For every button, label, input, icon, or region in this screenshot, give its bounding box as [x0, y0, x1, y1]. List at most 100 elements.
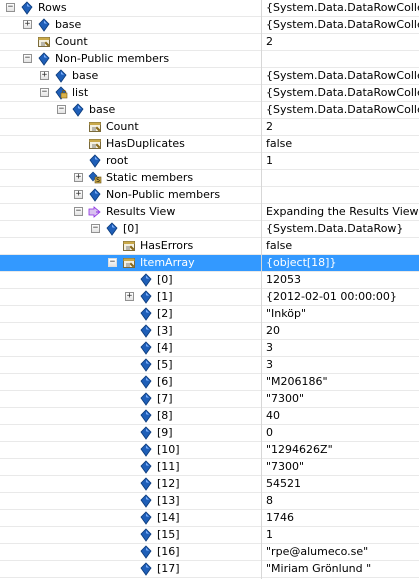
- tree-row-hasduplicates[interactable]: HasDuplicates false: [0, 136, 419, 153]
- variable-value[interactable]: 1: [266, 527, 419, 543]
- expand-icon[interactable]: +: [23, 20, 32, 29]
- tree-row-16[interactable]: [16] "rpe@alumeco.se": [0, 544, 419, 561]
- variable-value[interactable]: [266, 51, 419, 67]
- variable-value[interactable]: 20: [266, 323, 419, 339]
- tree-row-13[interactable]: [13] 8: [0, 493, 419, 510]
- name-cell[interactable]: [8]: [0, 408, 261, 424]
- tree-row-14[interactable]: [14] 1746: [0, 510, 419, 527]
- name-cell[interactable]: − Non-Public members: [0, 51, 261, 67]
- name-cell[interactable]: + Non-Public members: [0, 187, 261, 203]
- name-cell[interactable]: root: [0, 153, 261, 169]
- name-cell[interactable]: [17]: [0, 561, 261, 577]
- name-cell[interactable]: − Results View: [0, 204, 261, 220]
- variable-value[interactable]: 8: [266, 493, 419, 509]
- name-cell[interactable]: HasDuplicates: [0, 136, 261, 152]
- tree-row-haserrors[interactable]: HasErrors false: [0, 238, 419, 255]
- variable-value[interactable]: {System.Data.DataRowCollec: [266, 85, 419, 101]
- column-divider[interactable]: [261, 0, 262, 579]
- variable-value[interactable]: {System.Data.DataRowCollec: [266, 68, 419, 84]
- variable-value[interactable]: 1746: [266, 510, 419, 526]
- variable-value[interactable]: {2012-02-01 00:00:00}: [266, 289, 419, 305]
- variable-value[interactable]: false: [266, 136, 419, 152]
- variable-value[interactable]: 1: [266, 153, 419, 169]
- expand-icon[interactable]: +: [74, 190, 83, 199]
- variable-value[interactable]: "Miriam Grönlund ": [266, 561, 419, 577]
- name-cell[interactable]: − ItemArray: [0, 255, 261, 271]
- tree-row-8[interactable]: [8] 40: [0, 408, 419, 425]
- tree-row-base[interactable]: + base {System.Data.DataRowCollec: [0, 17, 419, 34]
- collapse-icon[interactable]: −: [74, 207, 83, 216]
- variable-value[interactable]: 2: [266, 119, 419, 135]
- tree-row-0[interactable]: − [0] {System.Data.DataRow}: [0, 221, 419, 238]
- tree-row-9[interactable]: [9] 0: [0, 425, 419, 442]
- collapse-icon[interactable]: −: [40, 88, 49, 97]
- variable-value[interactable]: "7300": [266, 459, 419, 475]
- tree-row-list[interactable]: − list {System.Data.DataRowCollec: [0, 85, 419, 102]
- tree-row-root[interactable]: root 1: [0, 153, 419, 170]
- variable-value[interactable]: 3: [266, 340, 419, 356]
- tree-row-base[interactable]: + base {System.Data.DataRowCollec: [0, 68, 419, 85]
- name-cell[interactable]: + base: [0, 17, 261, 33]
- tree-row-17[interactable]: [17] "Miriam Grönlund ": [0, 561, 419, 578]
- collapse-icon[interactable]: −: [57, 105, 66, 114]
- name-cell[interactable]: [2]: [0, 306, 261, 322]
- variable-value[interactable]: [266, 187, 419, 203]
- tree-row-itemarray[interactable]: − ItemArray {object[18]}: [0, 255, 419, 272]
- tree-row-5[interactable]: [5] 3: [0, 357, 419, 374]
- expand-icon[interactable]: +: [125, 292, 134, 301]
- name-cell[interactable]: [11]: [0, 459, 261, 475]
- tree-row-non-public-members[interactable]: + Non-Public members: [0, 187, 419, 204]
- name-cell[interactable]: + S Static members: [0, 170, 261, 186]
- variable-value[interactable]: 2: [266, 34, 419, 50]
- tree-row-count[interactable]: Count 2: [0, 119, 419, 136]
- name-cell[interactable]: − list: [0, 85, 261, 101]
- name-cell[interactable]: [0]: [0, 272, 261, 288]
- tree-row-static-members[interactable]: + S Static members: [0, 170, 419, 187]
- name-cell[interactable]: [12]: [0, 476, 261, 492]
- variable-value[interactable]: "1294626Z": [266, 442, 419, 458]
- tree-row-12[interactable]: [12] 54521: [0, 476, 419, 493]
- variable-value[interactable]: {System.Data.DataRowCollec: [266, 17, 419, 33]
- tree-row-0[interactable]: [0] 12053: [0, 272, 419, 289]
- tree-row-6[interactable]: [6] "M206186": [0, 374, 419, 391]
- tree-row-15[interactable]: [15] 1: [0, 527, 419, 544]
- name-cell[interactable]: [15]: [0, 527, 261, 543]
- variable-value[interactable]: Expanding the Results View w: [266, 204, 419, 220]
- name-cell[interactable]: HasErrors: [0, 238, 261, 254]
- variable-value[interactable]: "M206186": [266, 374, 419, 390]
- tree-row-results-view[interactable]: − Results View Expanding the Results View …: [0, 204, 419, 221]
- variable-value[interactable]: {System.Data.DataRowCollec: [266, 102, 419, 118]
- tree-row-3[interactable]: [3] 20: [0, 323, 419, 340]
- name-cell[interactable]: Count: [0, 34, 261, 50]
- expand-icon[interactable]: +: [74, 173, 83, 182]
- variable-value[interactable]: [266, 170, 419, 186]
- tree-row-base[interactable]: − base {System.Data.DataRowCollec: [0, 102, 419, 119]
- collapse-icon[interactable]: −: [23, 54, 32, 63]
- name-cell[interactable]: − Rows: [0, 0, 261, 16]
- variable-value[interactable]: "rpe@alumeco.se": [266, 544, 419, 560]
- name-cell[interactable]: − [0]: [0, 221, 261, 237]
- collapse-icon[interactable]: −: [6, 3, 15, 12]
- variable-value[interactable]: false: [266, 238, 419, 254]
- name-cell[interactable]: + [1]: [0, 289, 261, 305]
- collapse-icon[interactable]: −: [91, 224, 100, 233]
- collapse-icon[interactable]: −: [108, 258, 117, 267]
- variable-value[interactable]: "7300": [266, 391, 419, 407]
- name-cell[interactable]: [13]: [0, 493, 261, 509]
- tree-row-1[interactable]: + [1] {2012-02-01 00:00:00}: [0, 289, 419, 306]
- variable-value[interactable]: 54521: [266, 476, 419, 492]
- name-cell[interactable]: [6]: [0, 374, 261, 390]
- tree-row-count[interactable]: Count 2: [0, 34, 419, 51]
- name-cell[interactable]: [16]: [0, 544, 261, 560]
- tree-row-2[interactable]: [2] "Inköp": [0, 306, 419, 323]
- name-cell[interactable]: [9]: [0, 425, 261, 441]
- tree-row-4[interactable]: [4] 3: [0, 340, 419, 357]
- tree-row-11[interactable]: [11] "7300": [0, 459, 419, 476]
- tree-row-7[interactable]: [7] "7300": [0, 391, 419, 408]
- variable-value[interactable]: {System.Data.DataRow}: [266, 221, 419, 237]
- variable-value[interactable]: 3: [266, 357, 419, 373]
- name-cell[interactable]: Count: [0, 119, 261, 135]
- variable-value[interactable]: {System.Data.DataRowCollec: [266, 0, 419, 16]
- variable-value[interactable]: {object[18]}: [266, 255, 419, 271]
- variable-value[interactable]: 40: [266, 408, 419, 424]
